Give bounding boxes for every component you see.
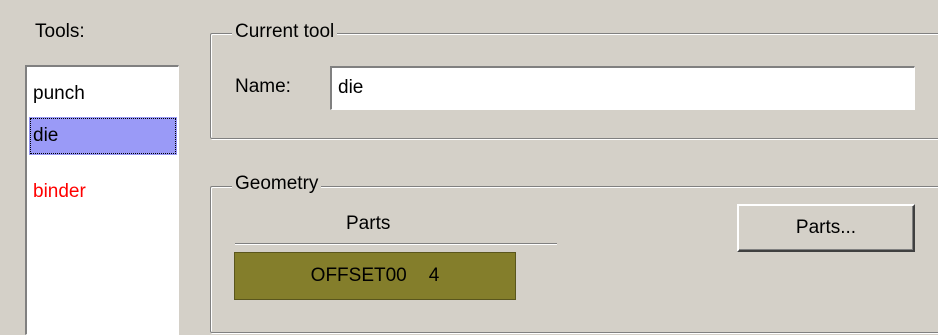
name-input[interactable]: die	[330, 66, 915, 110]
geometry-title: Geometry	[232, 173, 322, 195]
tool-item-label: punch	[33, 83, 85, 104]
name-label: Name:	[235, 76, 291, 97]
parts-column-header: Parts	[346, 213, 391, 234]
tool-item-label: die	[33, 125, 59, 146]
parts-button[interactable]: Parts...	[737, 204, 915, 252]
current-tool-title: Current tool	[232, 21, 338, 43]
tool-item-punch[interactable]: punch	[29, 75, 177, 113]
tools-list[interactable]: punch die binder	[25, 65, 179, 335]
parts-list-row[interactable]: OFFSET00 4	[234, 252, 516, 300]
tool-item-die[interactable]: die	[29, 117, 177, 155]
tools-label: Tools:	[35, 21, 85, 42]
parts-header-divider	[235, 243, 557, 245]
tool-item-label: binder	[33, 181, 86, 202]
part-name: OFFSET00	[310, 265, 407, 286]
part-count: 4	[428, 265, 440, 286]
tool-item-binder[interactable]: binder	[29, 173, 177, 211]
